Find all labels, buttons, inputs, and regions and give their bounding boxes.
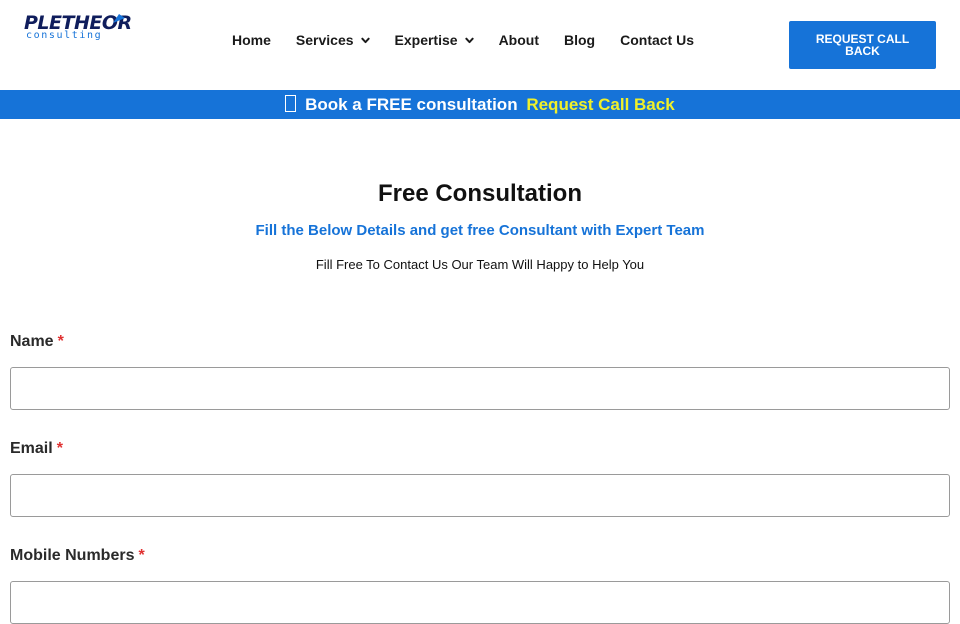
logo[interactable]: PLETHEOR consulting — [24, 12, 132, 44]
nav-item-home[interactable]: Home — [232, 32, 271, 48]
nav-item-label: Contact Us — [620, 32, 695, 48]
nav-item-expertise[interactable]: Expertise — [395, 32, 474, 48]
nav-item-services[interactable]: Services — [296, 32, 370, 48]
email-field[interactable] — [10, 474, 950, 517]
required-marker: * — [57, 333, 64, 350]
mobile-field-label: Mobile Numbers * — [10, 547, 145, 565]
banner-text: Book a FREE consultation — [305, 94, 518, 114]
field-label-text: Name — [10, 333, 54, 350]
nav-item-label: Home — [232, 32, 271, 48]
main-nav: Home Services Expertise About Blog Conta… — [232, 30, 694, 50]
required-marker: * — [138, 547, 145, 564]
field-label-text: Mobile Numbers — [10, 547, 135, 564]
email-field-label: Email * — [10, 440, 63, 458]
field-label-text: Email — [10, 440, 53, 457]
page-subtitle: Fill the Below Details and get free Cons… — [255, 222, 705, 239]
required-marker: * — [56, 440, 63, 457]
logo-tagline: consulting — [26, 30, 103, 41]
mobile-number-field[interactable] — [10, 581, 950, 624]
nav-item-about[interactable]: About — [499, 32, 539, 48]
banner-request-call-back-link[interactable]: Request Call Back — [526, 95, 674, 114]
page-tagline: Fill Free To Contact Us Our Team Will Ha… — [315, 257, 645, 272]
request-call-back-button[interactable]: REQUEST CALL BACK — [789, 21, 936, 69]
logo-arrow-mark — [113, 14, 125, 23]
promo-banner: Book a FREE consultation Request Call Ba… — [0, 90, 960, 119]
placeholder-glyph-icon — [285, 94, 297, 112]
nav-item-label: Expertise — [394, 32, 458, 48]
nav-item-label: Blog — [564, 32, 596, 48]
name-field-label: Name * — [10, 333, 64, 351]
site-header: PLETHEOR consulting Home Services Expert… — [0, 0, 960, 90]
page-title: Free Consultation — [377, 180, 582, 207]
banner-content: Book a FREE consultation Request Call Ba… — [285, 94, 675, 115]
name-field[interactable] — [10, 367, 950, 410]
nav-item-label: About — [498, 32, 539, 48]
nav-item-blog[interactable]: Blog — [564, 32, 595, 48]
chevron-down-icon — [464, 37, 474, 43]
nav-item-contact-us[interactable]: Contact Us — [620, 32, 694, 48]
nav-item-label: Services — [295, 32, 354, 48]
chevron-down-icon — [360, 37, 370, 43]
